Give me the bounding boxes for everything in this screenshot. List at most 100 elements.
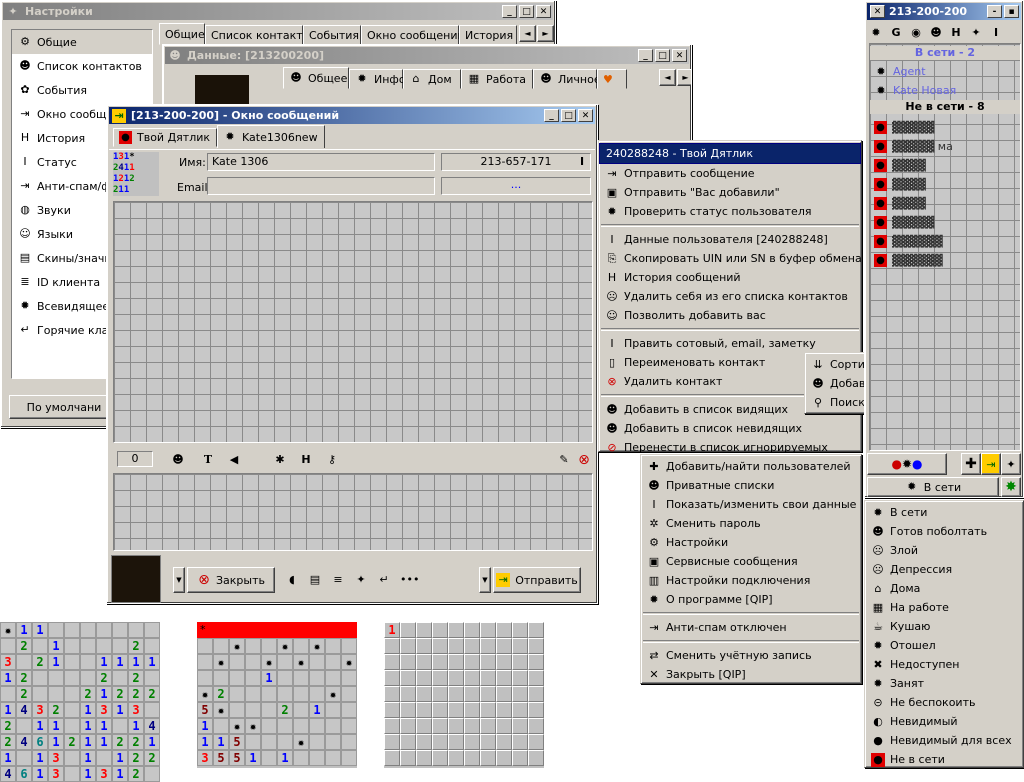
mine-cell[interactable]: 2 [112,734,128,750]
main-menu-item-5[interactable]: ▣ Сервисные сообщения [641,552,861,571]
mine-cell[interactable]: 2 [128,734,144,750]
mine-cell[interactable]: 1 [128,718,144,734]
maximize-button[interactable]: □ [561,109,576,122]
contact-offline[interactable]: ● ▓▓▓▓▓▓ [870,251,1020,270]
mine-cell[interactable]: 2 [96,670,112,686]
minimize-button[interactable]: _ [544,109,559,122]
maximize-button[interactable]: □ [655,49,670,62]
history-icon[interactable]: H [299,453,313,467]
contact-online[interactable]: ✹ Agent [870,62,1020,81]
contact-menu-item-0[interactable]: ⇥ Отправить сообщение [599,164,861,183]
mine-cell[interactable] [480,638,496,654]
mine-cell[interactable] [293,638,309,654]
mine-cell[interactable]: ✹ [245,718,261,734]
mine-cell[interactable] [512,670,528,686]
settings-category-2[interactable]: ✿ События [12,78,152,102]
contact-menu-item-4[interactable]: I Данные пользователя [240288248] [599,230,861,249]
mine-cell[interactable]: ✹ [261,654,277,670]
data-tab-3[interactable]: ▦ Работа [461,69,533,89]
contact-menu-item-1[interactable]: ▣ Отправить "Вас добавили" [599,183,861,202]
mine-cell[interactable]: 1 [48,718,64,734]
pencil-icon[interactable]: ✎ [557,453,571,467]
mine-cell[interactable] [496,670,512,686]
mine-cell[interactable] [32,638,48,654]
mine-cell[interactable] [245,702,261,718]
mine-cell[interactable] [325,734,341,750]
mine-cell[interactable] [16,750,32,766]
mine-cell[interactable]: 2 [144,750,160,766]
mine-cell[interactable]: 6 [16,766,32,782]
mine-cell[interactable] [229,702,245,718]
mine-cell[interactable] [384,718,400,734]
main-menu-item-2[interactable]: I Показать/изменить свои данные [641,495,861,514]
mine-cell[interactable] [448,654,464,670]
mine-cell[interactable]: 1 [112,702,128,718]
mine-cell[interactable] [400,702,416,718]
mine-cell[interactable]: 1 [277,750,293,766]
mine-cell[interactable] [432,734,448,750]
status-menu-item-3[interactable]: ☹ Депрессия [865,560,1023,579]
mine-cell[interactable] [48,670,64,686]
mine-cell[interactable] [416,750,432,766]
mine-cell[interactable] [528,638,544,654]
mine-cell[interactable] [309,734,325,750]
mine-cell[interactable]: 3 [96,766,112,782]
minimize-button[interactable]: _ [502,5,517,18]
mine-cell[interactable]: 1 [32,718,48,734]
mine-cell[interactable] [528,686,544,702]
main-menu-item-6[interactable]: ▥ Настройки подключения [641,571,861,590]
mine-cell[interactable] [464,638,480,654]
mine-cell[interactable] [213,718,229,734]
mine-cell[interactable]: 3 [48,750,64,766]
mine-cell[interactable] [261,638,277,654]
mine-cell[interactable]: ✹ [213,702,229,718]
status-menu-item-4[interactable]: ⌂ Дома [865,579,1023,598]
cancel-icon[interactable]: ⊗ [577,453,591,467]
contact-menu-item-2[interactable]: ✹ Проверить статус пользователя [599,202,861,221]
mine-cell[interactable] [416,718,432,734]
mine-cell[interactable] [341,750,357,766]
main-menu-item-1[interactable]: ☻ Приватные списки [641,476,861,495]
g-icon[interactable]: G [889,26,903,40]
mine-cell[interactable] [229,654,245,670]
mine-cell[interactable] [277,654,293,670]
mine-cell[interactable] [384,670,400,686]
mine-cell[interactable] [144,702,160,718]
mine-cell[interactable] [325,654,341,670]
tab-scroll-left[interactable]: ◄ [659,69,676,86]
mine-cell[interactable] [528,670,544,686]
mine-cell[interactable] [464,702,480,718]
mine-cell[interactable] [80,638,96,654]
mine-cell[interactable] [245,670,261,686]
add-contact-button[interactable]: ✚ [961,453,981,475]
restore-button[interactable]: ▪ [1004,5,1019,18]
mine-cell[interactable]: 1 [32,750,48,766]
photo-icon[interactable]: ✱ [273,453,287,467]
mine-cell[interactable]: 1 [80,750,96,766]
mine-cell[interactable]: ✹ [325,686,341,702]
mine-cell[interactable] [528,734,544,750]
mine-cell[interactable]: 4 [144,718,160,734]
send-menu-arrow[interactable]: ▼ [479,567,491,593]
mine-cell[interactable] [416,702,432,718]
mine-cell[interactable] [341,686,357,702]
mine-cell[interactable] [325,670,341,686]
mine-cell[interactable] [0,686,16,702]
mine-cell[interactable]: 3 [128,702,144,718]
mine-cell[interactable] [277,686,293,702]
mine-cell[interactable]: 2 [128,670,144,686]
mine-cell[interactable]: 1 [0,750,16,766]
mine-cell[interactable]: 1 [48,638,64,654]
close-button[interactable]: ✕ [536,5,551,18]
mine-cell[interactable]: 1 [0,670,16,686]
user-info-icon[interactable]: I [575,155,589,169]
mine-cell[interactable] [528,750,544,766]
mine-cell[interactable]: 5 [213,750,229,766]
mine-cell[interactable]: ✹ [229,718,245,734]
mine-cell[interactable] [448,750,464,766]
key-icon[interactable]: ⚷ [325,453,339,467]
mine-cell[interactable] [64,750,80,766]
mine-cell[interactable]: 1 [309,702,325,718]
mine-cell[interactable]: 2 [48,702,64,718]
mine-cell[interactable]: 5 [229,734,245,750]
